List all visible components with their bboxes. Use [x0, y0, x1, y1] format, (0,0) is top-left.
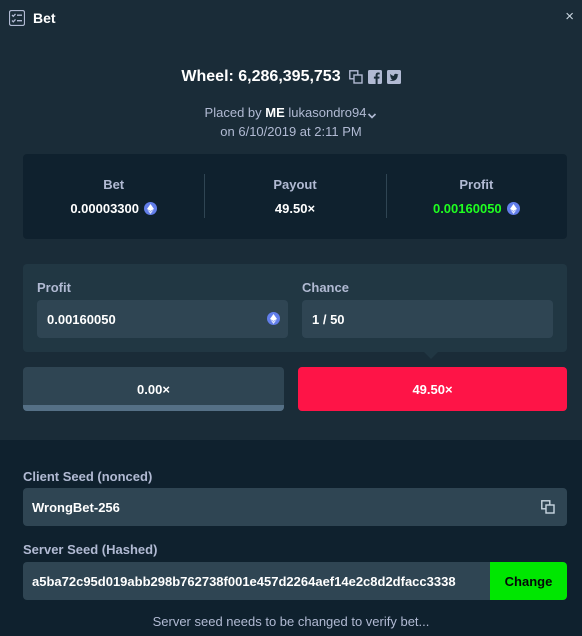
wheel-heading: Wheel: 6,286,395,753 — [0, 66, 582, 88]
change-seed-button[interactable]: Change — [490, 562, 567, 600]
user-tag: ME — [265, 105, 285, 120]
close-button[interactable]: × — [565, 9, 574, 25]
title-bar: Bet × — [0, 0, 582, 36]
client-seed-field[interactable]: WrongBet-256 — [23, 488, 567, 526]
stat-bet-value-row: 0.00003300 — [70, 201, 157, 216]
segment-pointer — [424, 352, 438, 359]
stat-bet-label: Bet — [103, 177, 125, 192]
placed-prefix: Placed by — [204, 105, 262, 120]
server-seed-value: a5ba72c95d019abb298b762738f001e457d2264a… — [32, 573, 456, 589]
bet-date: on 6/10/2019 at 2:11 PM — [220, 124, 362, 139]
client-seed-value: WrongBet-256 — [32, 499, 120, 515]
chance-field[interactable]: 1 / 50 — [302, 300, 553, 338]
stat-profit-value: 0.00160050 — [432, 201, 502, 216]
stat-payout-label: Payout — [273, 177, 317, 192]
wheel-id: Wheel: 6,286,395,753 — [181, 68, 341, 85]
bet-stats: Bet 0.00003300 Payout 49.50× Profit 0.00… — [23, 154, 567, 239]
stat-bet: Bet 0.00003300 — [23, 154, 204, 239]
profit-field-value: 0.00160050 — [47, 311, 116, 327]
chevron-down-icon[interactable] — [367, 109, 377, 119]
stat-bet-value: 0.00003300 — [70, 201, 139, 216]
segment-win-label: 49.50× — [412, 381, 453, 397]
segment-zero: 0.00× — [23, 367, 284, 411]
segment-zero-label: 0.00× — [137, 381, 170, 397]
segment-zero-strip — [23, 405, 284, 411]
ethereum-icon — [144, 202, 157, 215]
bet-list-icon — [8, 9, 26, 27]
client-seed-label: Client Seed (nonced) — [23, 469, 153, 484]
stat-profit-value-row: 0.00160050 — [433, 201, 520, 216]
payout-calculator: Profit 0.00160050 Chance 1 / 50 — [23, 264, 567, 352]
calc-profit-label: Profit — [37, 280, 71, 295]
verify-notice: Server seed needs to be changed to verif… — [152, 614, 430, 629]
server-seed-label: Server Seed (Hashed) — [23, 542, 158, 557]
placed-by: Placed by ME lukasondro94 — [0, 105, 582, 120]
segment-win: 49.50× — [298, 367, 567, 411]
stat-profit-label: Profit — [459, 177, 494, 192]
copy-icon[interactable] — [541, 500, 555, 514]
stat-payout-value: 49.50× — [274, 201, 316, 216]
stat-payout: Payout 49.50× — [204, 154, 385, 239]
ethereum-icon — [267, 312, 280, 325]
stat-profit: Profit 0.00160050 — [385, 154, 567, 239]
ethereum-icon — [506, 202, 520, 215]
copy-icon[interactable] — [348, 70, 363, 84]
window-title: Bet — [33, 10, 56, 26]
chance-field-value: 1 / 50 — [312, 311, 345, 327]
share-icons — [348, 70, 401, 84]
server-seed-field[interactable]: a5ba72c95d019abb298b762738f001e457d2264a… — [23, 562, 567, 600]
facebook-icon[interactable] — [367, 70, 382, 84]
profit-field[interactable]: 0.00160050 — [37, 300, 288, 338]
calc-chance-label: Chance — [302, 280, 349, 295]
username-link[interactable]: lukasondro94 — [288, 105, 366, 120]
twitter-icon[interactable] — [386, 70, 401, 84]
